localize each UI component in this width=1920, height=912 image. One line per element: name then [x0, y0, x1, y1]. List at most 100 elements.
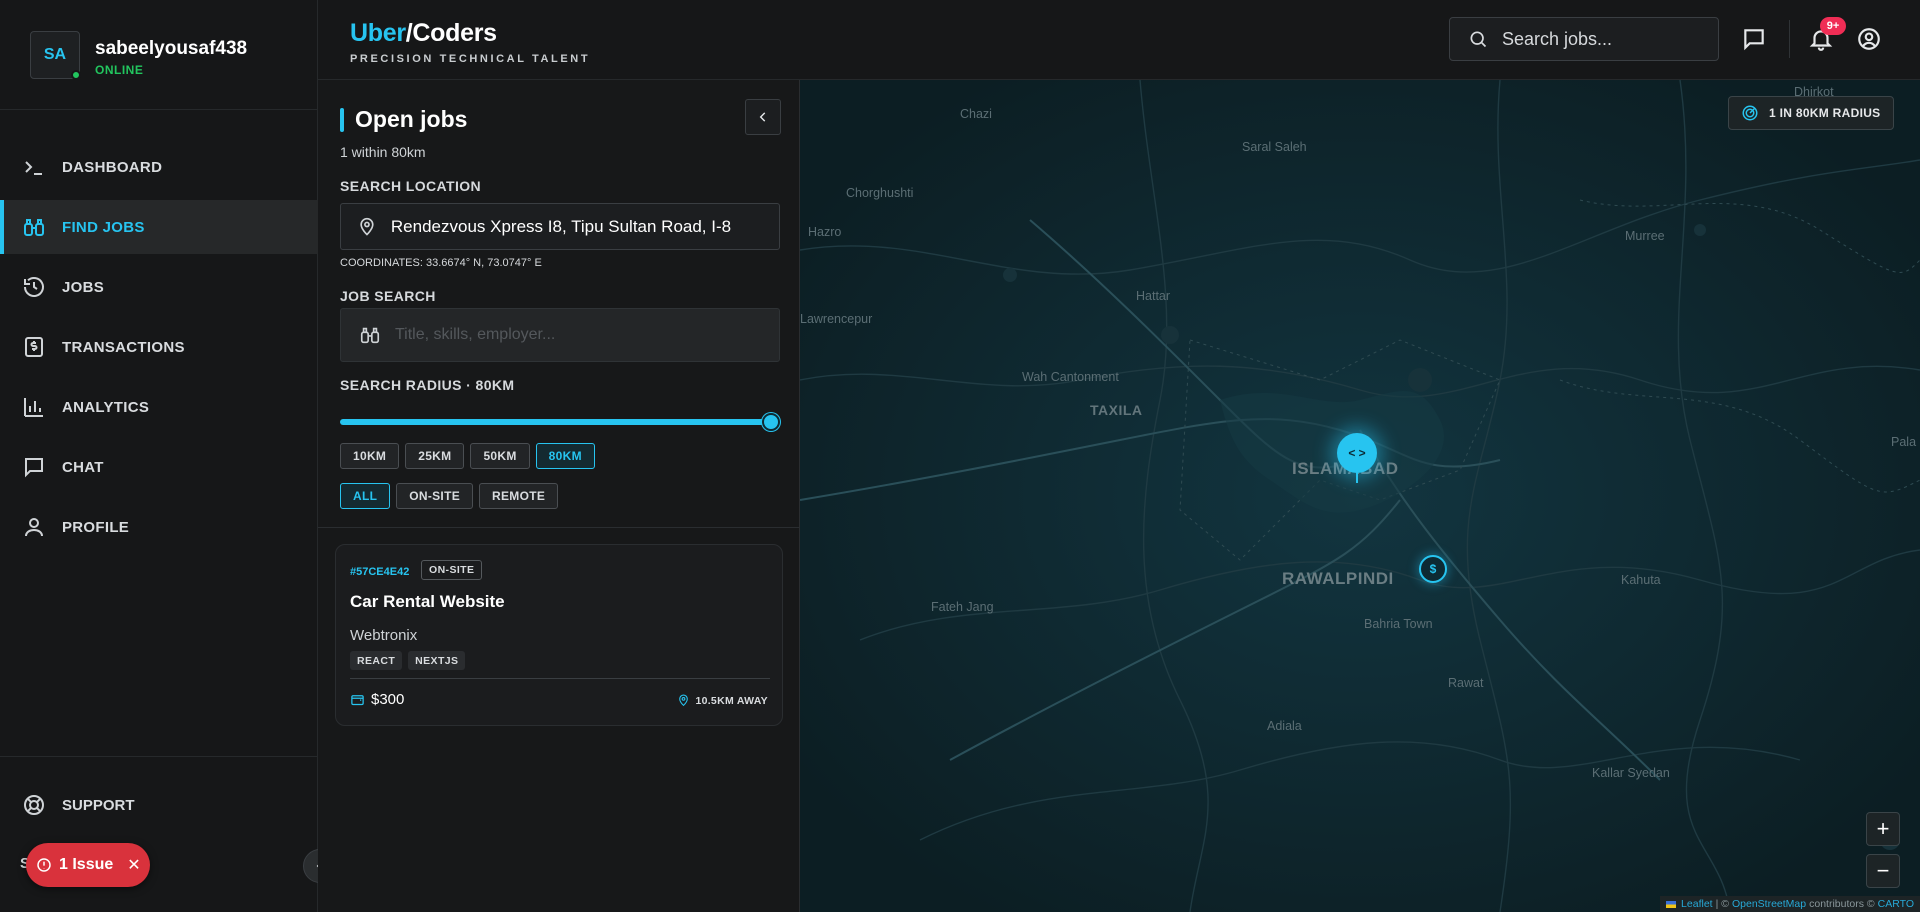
- sidebar-item-find-jobs[interactable]: FIND JOBS: [0, 200, 318, 254]
- brand-coders: /Coders: [405, 19, 497, 47]
- filter-remote[interactable]: REMOTE: [479, 483, 559, 509]
- sidebar-item-label: JOBS: [62, 278, 105, 296]
- history-icon: [24, 277, 44, 297]
- map-pin-icon: [679, 694, 689, 707]
- job-search-field[interactable]: [340, 308, 780, 362]
- search-input[interactable]: [1502, 28, 1702, 50]
- radius-option-10km[interactable]: 10KM: [340, 443, 400, 469]
- lifebuoy-icon: [24, 795, 44, 815]
- wallet-icon: [351, 695, 364, 706]
- username: sabeelyousaf438: [95, 38, 248, 59]
- sidebar: SA sabeelyousaf438 ONLINE DASHBOARD FIND…: [0, 0, 318, 912]
- issue-label: 1 Issue: [59, 856, 114, 873]
- radius-count-badge: 1 IN 80KM RADIUS: [1728, 96, 1894, 130]
- job-type-badge: ON-SITE: [421, 560, 483, 580]
- code-icon: < >: [1348, 446, 1366, 460]
- panel-divider: [318, 527, 800, 528]
- coordinates-readout: COORDINATES: 33.6674° N, 73.0747° E: [340, 257, 542, 269]
- close-icon[interactable]: ✕: [127, 855, 140, 875]
- radius-option-50km[interactable]: 50KM: [470, 443, 530, 469]
- notification-badge: 9+: [1820, 17, 1846, 35]
- zoom-in-button[interactable]: +: [1866, 812, 1900, 846]
- map-label: Adiala: [1267, 719, 1302, 733]
- sidebar-item-label: PROFILE: [62, 518, 130, 536]
- card-divider: [350, 678, 770, 679]
- job-distance-value: 10.5KM AWAY: [695, 694, 768, 707]
- radius-option-25km[interactable]: 25KM: [405, 443, 465, 469]
- top-header: Uber/Coders PRECISION TECHNICAL TALENT 9…: [318, 0, 1920, 80]
- messages-button[interactable]: [1741, 26, 1767, 52]
- sidebar-item-label: TRANSACTIONS: [62, 338, 185, 356]
- avatar[interactable]: SA: [30, 31, 81, 80]
- map-pin-icon: [360, 217, 374, 236]
- zoom-out-button[interactable]: −: [1866, 854, 1900, 888]
- radar-icon: [1742, 105, 1758, 121]
- radius-slider[interactable]: [340, 413, 780, 431]
- map-label: Lawrencepur: [800, 312, 873, 326]
- user-icon: [25, 518, 43, 537]
- job-card[interactable]: #57CE4E42 ON-SITE Car Rental Website Web…: [335, 544, 783, 726]
- sidebar-item-label: ANALYTICS: [62, 398, 150, 416]
- sidebar-item-transactions[interactable]: TRANSACTIONS: [0, 320, 318, 374]
- sidebar-item-profile[interactable]: PROFILE: [0, 500, 318, 554]
- job-map-marker-stem: [1356, 471, 1358, 483]
- sidebar-item-dashboard[interactable]: DASHBOARD: [0, 140, 318, 194]
- brand-uber: Uber: [350, 19, 406, 47]
- job-distance: 10.5KM AWAY: [677, 694, 768, 707]
- job-price: $300: [350, 691, 404, 708]
- map-label: Pala: [1891, 435, 1917, 449]
- user-location-marker[interactable]: $: [1419, 555, 1447, 583]
- sidebar-item-label: FIND JOBS: [62, 218, 145, 236]
- binoculars-icon: [360, 327, 380, 344]
- job-search-label: JOB SEARCH: [340, 288, 436, 304]
- job-search-input[interactable]: [395, 326, 755, 344]
- header-search[interactable]: [1449, 17, 1719, 61]
- radius-label: SEARCH RADIUS · 80KM: [340, 377, 515, 393]
- job-tag: REACT: [350, 651, 403, 670]
- radius-slider-track: [340, 419, 771, 425]
- osm-link[interactable]: OpenStreetMap: [1732, 898, 1806, 910]
- job-title: Car Rental Website: [350, 592, 505, 611]
- location-input[interactable]: [390, 216, 779, 237]
- attribution-contrib: contributors ©: [1809, 898, 1875, 910]
- map-view[interactable]: Chazi Saral Saleh Chorghushti Hazro Murr…: [800, 80, 1920, 912]
- location-field[interactable]: [340, 203, 780, 250]
- collapse-panel-button[interactable]: [745, 99, 781, 135]
- user-status: ONLINE: [95, 63, 144, 77]
- work-type-filters: ALL ON-SITE REMOTE: [340, 483, 559, 509]
- sidebar-footer: SUPPORT: [0, 756, 318, 815]
- map-basemap: [800, 80, 1920, 912]
- brand-logo[interactable]: Uber/Coders: [350, 19, 497, 48]
- radius-option-80km[interactable]: 80KM: [535, 443, 595, 469]
- header-divider: [1789, 20, 1790, 58]
- receipt-icon: [25, 337, 43, 357]
- avatar-initials: SA: [43, 46, 67, 63]
- carto-link[interactable]: CARTO: [1878, 898, 1914, 910]
- map-label: Bahria Town: [1364, 617, 1433, 631]
- map-label: RAWALPINDI: [1282, 569, 1394, 588]
- sidebar-item-jobs[interactable]: JOBS: [0, 260, 318, 314]
- location-label: SEARCH LOCATION: [340, 178, 482, 194]
- account-button[interactable]: [1856, 26, 1882, 52]
- brand-tagline: PRECISION TECHNICAL TALENT: [350, 53, 591, 65]
- radius-slider-thumb[interactable]: [762, 413, 780, 431]
- issue-badge[interactable]: 1 Issue ✕: [26, 843, 150, 887]
- sidebar-item-chat[interactable]: CHAT: [0, 440, 318, 494]
- map-label: Fateh Jang: [931, 600, 994, 614]
- filter-on-site[interactable]: ON-SITE: [396, 483, 474, 509]
- job-price-value: $300: [371, 691, 405, 708]
- binoculars-icon: [24, 219, 44, 236]
- message-icon: [1744, 29, 1764, 51]
- message-icon: [25, 458, 43, 478]
- sidebar-item-label: CHAT: [62, 458, 104, 476]
- support-link[interactable]: SUPPORT: [22, 793, 135, 817]
- user-card[interactable]: SA sabeelyousaf438 ONLINE: [0, 0, 318, 110]
- job-map-marker[interactable]: < >: [1337, 433, 1377, 473]
- leaflet-link[interactable]: Leaflet: [1681, 898, 1713, 910]
- filter-all[interactable]: ALL: [340, 483, 391, 509]
- map-label: Kahuta: [1621, 573, 1661, 587]
- sidebar-item-analytics[interactable]: ANALYTICS: [0, 380, 318, 434]
- dollar-icon: $: [1429, 562, 1437, 576]
- jobs-panel: Open jobs 1 within 80km SEARCH LOCATION …: [318, 80, 800, 912]
- ukraine-flag-icon: [1666, 900, 1677, 908]
